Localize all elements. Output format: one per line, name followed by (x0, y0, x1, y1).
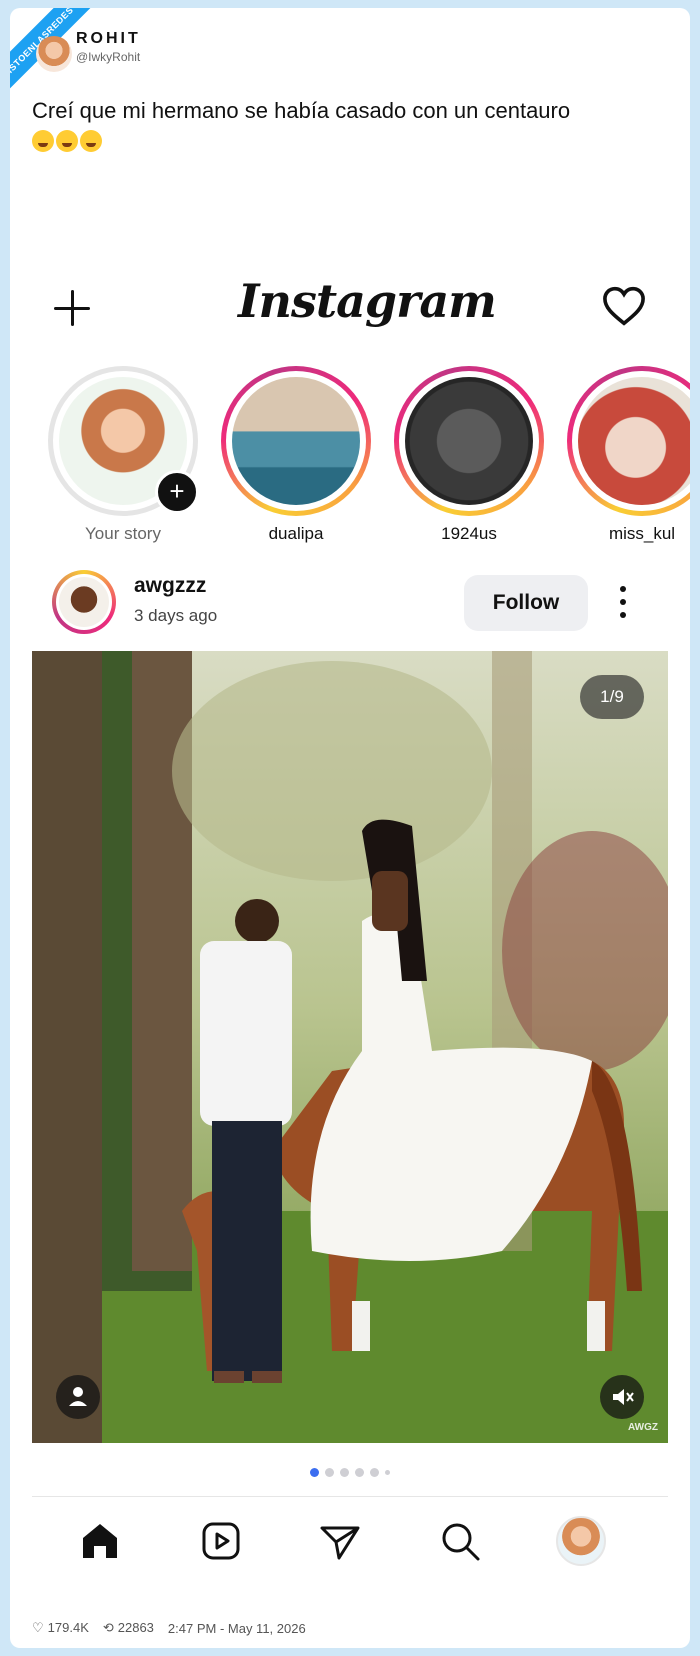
stories-tray: + Your story dualipa 1924us miss_kul (10, 366, 690, 546)
create-post-plus-icon[interactable] (54, 290, 90, 326)
carousel-dot (325, 1468, 334, 1477)
tweet-emojis (32, 130, 102, 152)
story-label: dualipa (268, 524, 324, 543)
face-with-tears-of-joy-icon (80, 130, 102, 152)
bottom-nav (10, 1508, 690, 1578)
add-story-icon[interactable]: + (155, 470, 199, 514)
instagram-header: Instagram (10, 268, 690, 338)
story-ring (221, 366, 371, 516)
carousel-dot (370, 1468, 379, 1477)
post-photo[interactable]: 1/9 AWGZ (32, 651, 668, 1443)
story-dualipa[interactable]: dualipa (216, 366, 376, 544)
follow-button[interactable]: Follow (464, 575, 588, 631)
tweet-author-avatar[interactable] (36, 36, 72, 72)
more-options-icon[interactable] (618, 586, 628, 620)
tweet-author-handle[interactable]: @IwkyRohit (76, 50, 140, 64)
carousel-dot (355, 1468, 364, 1477)
loudly-crying-face-icon (32, 130, 54, 152)
post-header: awgzzz 3 days ago Follow (10, 568, 690, 638)
notifications-heart-icon[interactable] (602, 286, 646, 326)
story-label: miss_kul (608, 524, 676, 543)
miss-kul-story-avatar (578, 377, 690, 505)
story-label: Your story (85, 524, 161, 543)
likes-count-group[interactable]: ♡ 179.4K (32, 1620, 89, 1636)
direct-icon[interactable] (315, 1516, 365, 1566)
post-username[interactable]: awgzzz (134, 574, 206, 598)
retweet-icon: ⟲ (102, 1620, 114, 1635)
reels-icon[interactable] (196, 1516, 246, 1566)
1924us-story-avatar (405, 377, 533, 505)
carousel-dots (10, 1468, 690, 1480)
audio-muted-icon[interactable] (600, 1375, 644, 1419)
carousel-dot (340, 1468, 349, 1477)
home-icon[interactable] (75, 1516, 125, 1566)
profile-avatar[interactable] (556, 1516, 606, 1566)
dualipa-story-avatar (232, 377, 360, 505)
nav-divider (32, 1496, 668, 1497)
instagram-logo: Instagram (238, 274, 497, 328)
story-miss-kul[interactable]: miss_kul (562, 366, 690, 544)
retweets-count: 22863 (117, 1620, 154, 1635)
profile-avatar-image (556, 1516, 606, 1566)
loudly-crying-face-icon (56, 130, 78, 152)
tweet-timestamp: 2:47 PM - May 11, 2026 (167, 1620, 306, 1636)
tweet-author-name[interactable]: ROHIT (76, 30, 141, 48)
story-label: 1924us (441, 524, 497, 543)
heart-icon: ♡ (32, 1620, 44, 1635)
post-timestamp: 3 days ago (134, 606, 218, 625)
post-author-avatar[interactable] (52, 570, 116, 634)
likes-count: 179.4K (47, 1620, 89, 1635)
tagged-people-icon[interactable] (56, 1375, 100, 1419)
story-ring (567, 366, 690, 516)
story-ring (394, 366, 544, 516)
tweet-card: VISTOENLASREDES .com ROHIT @IwkyRohit Cr… (10, 8, 690, 1648)
carousel-dot (385, 1470, 390, 1475)
carousel-dot-active (310, 1468, 319, 1477)
tweet-text: Creí que mi hermano se había casado con … (32, 98, 571, 123)
retweets-count-group[interactable]: ⟲ 22863 (103, 1620, 154, 1636)
wedding-photo-illustration (32, 651, 668, 1443)
story-your-story[interactable]: + Your story (43, 366, 203, 544)
photo-watermark: AWGZ (628, 1422, 658, 1433)
story-1924us[interactable]: 1924us (389, 366, 549, 544)
search-icon[interactable] (435, 1516, 485, 1566)
tweet-footer: ♡ 179.4K ⟲ 22863 2:47 PM - May 11, 2026 (32, 1620, 306, 1636)
carousel-counter: 1/9 (580, 675, 644, 719)
